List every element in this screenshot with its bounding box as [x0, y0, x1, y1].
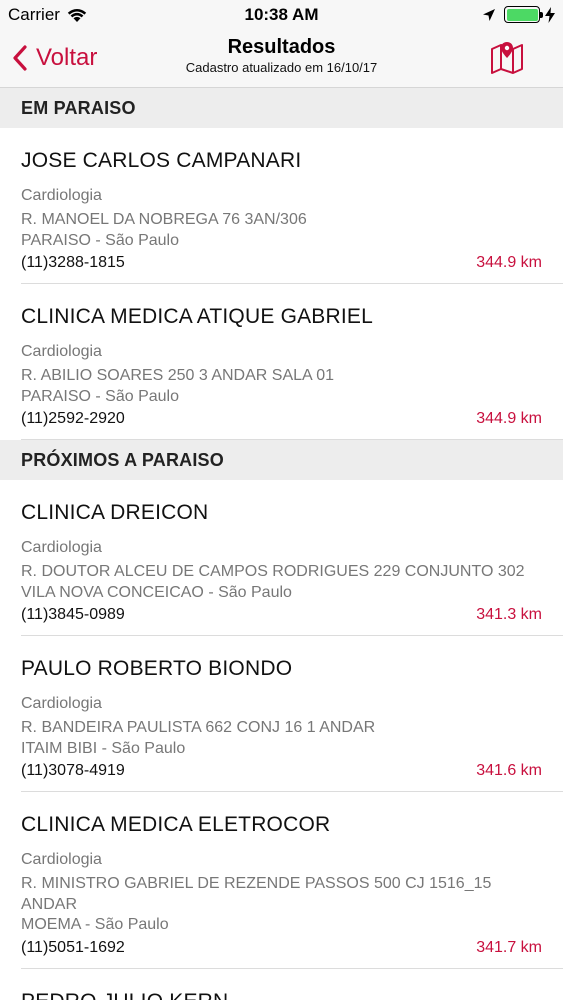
provider-name: CLINICA MEDICA ELETROCOR: [21, 813, 331, 836]
provider-contact: (11)2592-2920 344.9 km: [21, 408, 542, 430]
status-indicators: [482, 6, 555, 23]
list-item[interactable]: CLINICA MEDICA ATIQUE GABRIEL Cardiologi…: [0, 284, 563, 440]
provider-address: R. MANOEL DA NOBREGA 76 3AN/306 PARAISO …: [21, 210, 542, 251]
provider-specialty: Cardiologia: [21, 343, 102, 360]
provider-name: JOSE CARLOS CAMPANARI: [21, 149, 302, 172]
provider-name: CLINICA MEDICA ATIQUE GABRIEL: [21, 305, 374, 328]
provider-address: R. ABILIO SOARES 250 3 ANDAR SALA 01 PAR…: [21, 366, 542, 407]
list-item[interactable]: PEDRO JULIO KERN: [0, 969, 563, 1000]
address-line: R. ABILIO SOARES 250 3 ANDAR SALA 01: [21, 367, 335, 384]
section-title: PRÓXIMOS A PARAISO: [21, 449, 224, 470]
section-title: EM PARAISO: [21, 97, 136, 118]
provider-name: PAULO ROBERTO BIONDO: [21, 657, 293, 680]
provider-contact: (11)3288-1815 344.9 km: [21, 252, 542, 274]
battery-icon: [504, 6, 543, 23]
status-bar: Carrier 10:38 AM: [0, 0, 563, 30]
city-line: PARAISO - São Paulo: [21, 387, 179, 405]
city-line: VILA NOVA CONCEICAO - São Paulo: [21, 583, 292, 601]
provider-phone[interactable]: (11)2592-2920: [21, 410, 125, 427]
provider-name: CLINICA DREICON: [21, 501, 209, 524]
list-item[interactable]: PAULO ROBERTO BIONDO Cardiologia R. BAND…: [0, 636, 563, 792]
charging-bolt-icon: [545, 6, 555, 23]
provider-contact: (11)3078-4919 341.6 km: [21, 760, 542, 782]
section-header: EM PARAISO: [0, 88, 563, 128]
page-subtitle: Cadastro atualizado em 16/10/17: [185, 60, 378, 75]
provider-contact: (11)5051-1692 341.7 km: [21, 937, 542, 959]
location-arrow-icon: [483, 8, 495, 21]
provider-specialty: Cardiologia: [21, 695, 102, 712]
list-item[interactable]: CLINICA DREICON Cardiologia R. DOUTOR AL…: [0, 480, 563, 636]
provider-contact: (11)3845-0989 341.3 km: [21, 604, 542, 626]
address-line: R. MINISTRO GABRIEL DE REZENDE PASSOS 50…: [21, 875, 492, 913]
provider-phone[interactable]: (11)3288-1815: [21, 254, 125, 271]
city-line: ITAIM BIBI - São Paulo: [21, 739, 186, 757]
provider-distance: 344.9 km: [476, 254, 542, 271]
provider-phone[interactable]: (11)3845-0989: [21, 606, 125, 623]
city-line: MOEMA - São Paulo: [21, 916, 169, 933]
provider-phone[interactable]: (11)5051-1692: [21, 939, 125, 956]
provider-specialty: Cardiologia: [21, 187, 102, 204]
provider-address: R. DOUTOR ALCEU DE CAMPOS RODRIGUES 229 …: [21, 562, 542, 603]
provider-distance: 341.7 km: [476, 938, 542, 956]
provider-distance: 341.6 km: [476, 762, 542, 779]
status-time: 10:38 AM: [244, 5, 319, 24]
provider-specialty: Cardiologia: [21, 851, 102, 868]
provider-specialty: Cardiologia: [21, 539, 102, 556]
divider: [21, 439, 563, 440]
page-title: Resultados: [227, 36, 336, 58]
address-line: R. MANOEL DA NOBREGA 76 3AN/306: [21, 211, 307, 228]
provider-distance: 344.9 km: [476, 410, 542, 427]
results-list[interactable]: EM PARAISO JOSE CARLOS CAMPANARI Cardiol…: [0, 88, 563, 1000]
map-pin-icon[interactable]: [489, 40, 525, 76]
address-line: R. BANDEIRA PAULISTA 662 CONJ 16 1 ANDAR: [21, 719, 376, 736]
address-line: R. DOUTOR ALCEU DE CAMPOS RODRIGUES 229 …: [21, 563, 525, 580]
provider-address: R. BANDEIRA PAULISTA 662 CONJ 16 1 ANDAR…: [21, 718, 542, 759]
city-line: PARAISO - São Paulo: [21, 231, 179, 249]
list-item[interactable]: JOSE CARLOS CAMPANARI Cardiologia R. MAN…: [0, 128, 563, 284]
provider-distance: 341.3 km: [476, 606, 542, 623]
section-header: PRÓXIMOS A PARAISO: [0, 440, 563, 480]
navigation-bar: Voltar Resultados Cadastro atualizado em…: [0, 30, 563, 88]
provider-name: PEDRO JULIO KERN: [21, 989, 542, 1000]
list-item[interactable]: CLINICA MEDICA ELETROCOR Cardiologia R. …: [0, 792, 563, 969]
nav-title-group: Resultados Cadastro atualizado em 16/10/…: [0, 35, 563, 77]
provider-address: R. MINISTRO GABRIEL DE REZENDE PASSOS 50…: [21, 874, 542, 936]
provider-phone[interactable]: (11)3078-4919: [21, 762, 125, 779]
